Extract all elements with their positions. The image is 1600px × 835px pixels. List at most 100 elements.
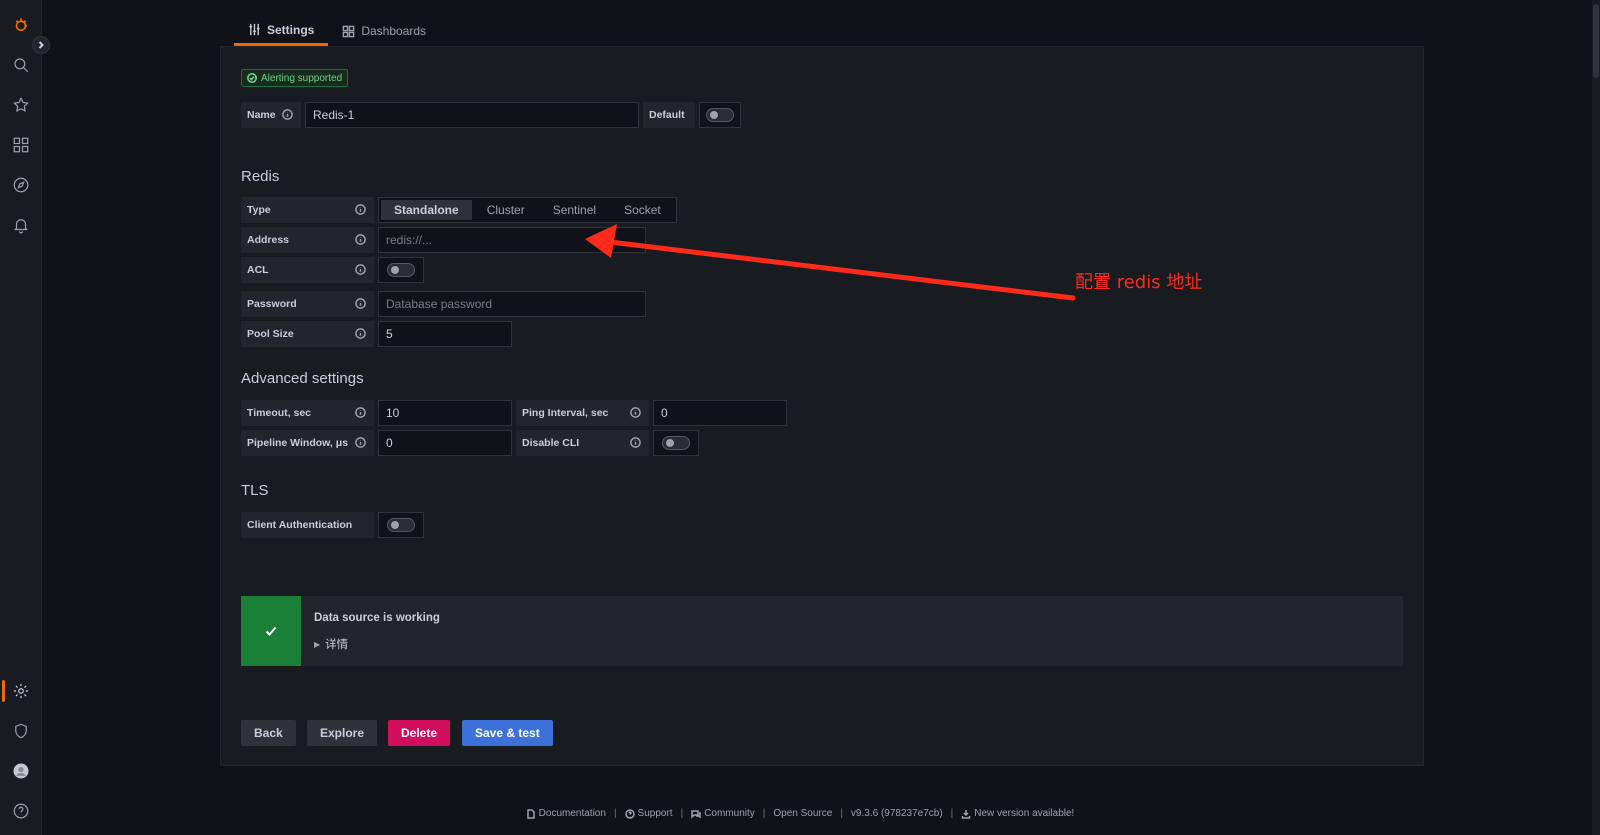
disable-cli-toggle[interactable] [653,430,699,456]
alert-title: Data source is working [314,612,440,624]
footer-open-source-link[interactable]: Open Source [773,808,832,819]
alert-details-toggle[interactable]: ▶ 详情 [314,636,348,652]
grafana-logo-icon[interactable] [8,12,34,38]
back-button[interactable]: Back [241,720,296,746]
avatar[interactable] [8,758,34,784]
save-test-button[interactable]: Save & test [462,720,553,746]
ping-interval-input[interactable]: 0 [653,400,787,426]
info-icon[interactable] [355,234,366,245]
disable-cli-switch[interactable] [662,436,690,450]
footer-support-label: Support [637,808,673,819]
type-label-text: Type [247,204,271,216]
client-auth-toggle[interactable] [378,512,424,538]
ping-interval-label-text: Ping Interval, sec [522,407,609,419]
explore-button[interactable]: Explore [307,720,378,746]
expand-nav-button[interactable] [32,36,50,54]
sliders-icon [249,23,260,36]
check-icon [265,626,277,636]
timeout-input[interactable]: 10 [378,400,512,426]
footer-separator: | [680,808,684,819]
footer-open-source-label: Open Source [773,808,833,819]
timeout-label-text: Timeout, sec [247,407,311,419]
pipeline-window-label: Pipeline Window, μs [241,430,374,456]
badge-label: Alerting supported [261,72,343,84]
footer-separator: | [762,808,766,819]
type-option-cluster[interactable]: Cluster [474,200,538,220]
pipeline-window-label-text: Pipeline Window, μs [247,437,349,449]
pipeline-window-input[interactable]: 0 [378,430,512,456]
type-radio-group: Standalone Cluster Sentinel Socket [378,197,677,223]
name-label-text: Name [247,109,276,121]
dashboards-icon[interactable] [8,132,34,158]
scrollbar-thumb[interactable] [1593,4,1599,78]
info-icon[interactable] [630,407,641,418]
document-icon [526,808,535,819]
info-icon[interactable] [355,204,366,215]
password-label-text: Password [247,298,297,310]
footer-new-version-link[interactable]: New version available! [961,808,1074,819]
footer-documentation-link[interactable]: Documentation [526,808,606,819]
tab-dashboards-label: Dashboards [361,24,427,38]
tls-heading: TLS [241,482,269,499]
info-icon[interactable] [355,298,366,309]
info-icon[interactable] [355,437,366,448]
annotation-text: 配置 redis 地址 [1075,272,1203,293]
acl-label: ACL [241,257,374,283]
address-label-text: Address [247,234,290,246]
type-option-socket[interactable]: Socket [611,200,674,220]
pool-size-label-text: Pool Size [247,328,294,340]
alerting-bell-icon[interactable] [8,212,34,238]
info-icon[interactable] [355,264,366,275]
timeout-label: Timeout, sec [241,400,374,426]
acl-toggle[interactable] [378,257,424,283]
password-input[interactable]: Database password [378,291,646,317]
download-icon [962,809,971,819]
active-indicator [2,680,5,702]
tab-settings[interactable]: Settings [234,16,329,46]
default-switch[interactable] [706,108,734,122]
search-icon[interactable] [8,52,34,78]
page-tabs: Settings Dashboards [234,16,440,46]
acl-switch[interactable] [387,263,415,277]
type-option-standalone[interactable]: Standalone [381,200,472,220]
shield-icon[interactable] [8,718,34,744]
question-circle-icon [624,808,635,819]
footer-documentation-label: Documentation [538,808,606,819]
type-option-sentinel[interactable]: Sentinel [540,200,609,220]
advanced-settings-heading: Advanced settings [241,370,364,387]
footer-community-label: Community [704,808,755,819]
name-input[interactable]: Redis-1 [305,102,639,128]
gear-icon[interactable] [8,678,34,704]
footer-separator: | [840,808,843,819]
check-circle-icon [247,73,257,83]
pool-size-label: Pool Size [241,321,374,347]
alert-details-label: 详情 [325,639,349,651]
comments-icon [691,809,701,819]
apps-icon [343,25,355,37]
default-label-text: Default [649,109,685,121]
acl-label-text: ACL [247,264,269,276]
disable-cli-label: Disable CLI [516,430,649,456]
footer: Documentation | Support | Community | Op… [0,808,1600,819]
footer-version-label: v9.3.6 (978237e7cb) [850,808,943,819]
footer-support-link[interactable]: Support [624,808,673,819]
info-icon[interactable] [355,328,366,339]
info-icon[interactable] [630,437,641,448]
client-auth-label-text: Client Authentication [247,519,353,531]
pool-size-input[interactable]: 5 [378,321,512,347]
star-icon[interactable] [8,92,34,118]
tab-dashboards[interactable]: Dashboards [328,16,440,46]
info-icon[interactable] [355,407,366,418]
disable-cli-label-text: Disable CLI [522,437,580,449]
client-auth-switch[interactable] [387,518,415,532]
info-icon[interactable] [282,109,293,120]
redis-heading: Redis [241,168,280,185]
explore-compass-icon[interactable] [8,172,34,198]
footer-community-link[interactable]: Community [691,808,755,819]
page-scrollbar[interactable] [1592,0,1600,835]
default-toggle[interactable] [699,102,741,128]
address-input[interactable]: redis://... [378,227,646,253]
delete-button[interactable]: Delete [388,720,451,746]
footer-separator: | [613,808,617,819]
alert-success-icon-box [241,596,301,666]
